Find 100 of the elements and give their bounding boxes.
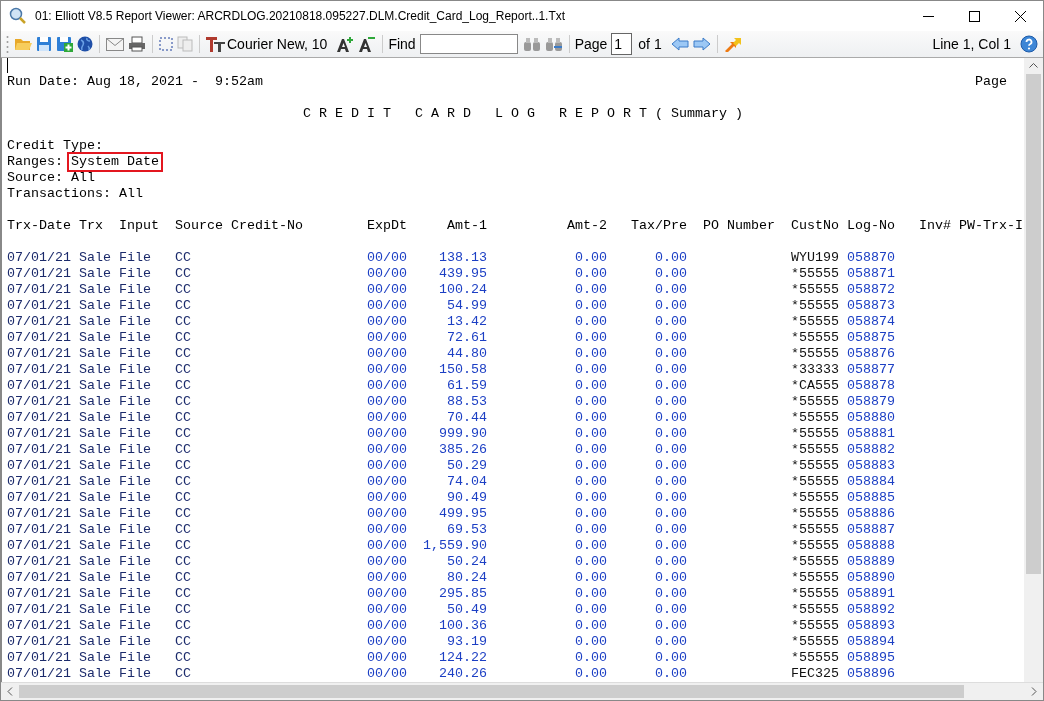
previous-page-icon[interactable]	[669, 36, 690, 52]
input-cell-text: File	[119, 282, 152, 298]
binoculars-icon[interactable]	[543, 35, 564, 53]
toolbar-grip	[6, 35, 9, 53]
exp-date-cell: 00/00	[367, 506, 407, 522]
font-decrease-icon[interactable]	[357, 34, 378, 54]
printer-icon[interactable]	[127, 35, 147, 53]
customer-cell: *55555	[791, 330, 839, 346]
scrollbar-thumb[interactable]	[1026, 74, 1041, 574]
exp-date-cell: 00/00	[367, 666, 407, 682]
save-add-icon[interactable]	[55, 35, 74, 53]
source-cell-text: CC	[175, 650, 192, 666]
amount-cell-text: 0.00	[574, 666, 607, 682]
customer-cell: *55555	[791, 426, 839, 442]
amount-cell-text: 0.00	[574, 538, 607, 554]
source-cell-text: CC	[175, 410, 192, 426]
tax-cell-text: 0.00	[654, 650, 687, 666]
tax-cell-text: 0.00	[654, 634, 687, 650]
date-cell: 07/01/21	[7, 394, 71, 410]
column-header: Amt-2	[566, 218, 607, 234]
amount-cell-text: 0.00	[574, 298, 607, 314]
column-header: ExpDt	[367, 218, 407, 234]
tax-cell-text: 0.00	[654, 586, 687, 602]
source-cell-text: CC	[175, 666, 192, 682]
amount-cell-text: 0.00	[574, 250, 607, 266]
source-cell-text: CC	[175, 394, 192, 410]
filter-label: Source:	[7, 170, 63, 186]
tax-cell-text: 0.00	[654, 394, 687, 410]
amount-cell-text: 0.00	[574, 266, 607, 282]
source-cell-text: CC	[175, 634, 192, 650]
source-cell-text: CC	[175, 266, 192, 282]
date-cell: 07/01/21	[7, 570, 71, 586]
date-cell: 07/01/21	[7, 538, 71, 554]
help-icon[interactable]	[1019, 34, 1039, 54]
envelope-icon[interactable]	[105, 36, 125, 52]
find-field[interactable]	[419, 34, 518, 54]
log-no-cell: 058884	[847, 474, 895, 490]
input-cell-text: File	[119, 458, 152, 474]
column-header: PO Number	[703, 218, 775, 234]
binoculars-icon[interactable]	[521, 35, 542, 53]
date-cell: 07/01/21	[7, 442, 71, 458]
type-cell: Sale	[79, 538, 111, 554]
input-cell-text: File	[119, 490, 152, 506]
type-cell: Sale	[79, 314, 111, 330]
source-cell-text: CC	[175, 570, 192, 586]
type-cell: Sale	[79, 266, 111, 282]
customer-cell: *55555	[791, 410, 839, 426]
exp-date-cell: 00/00	[367, 362, 407, 378]
font-increase-icon[interactable]	[335, 34, 356, 54]
vertical-scrollbar[interactable]	[1024, 58, 1043, 682]
source-cell-text: CC	[175, 314, 192, 330]
select-all-icon[interactable]	[158, 36, 174, 52]
amount-cell-text: 0.00	[574, 618, 607, 634]
column-header: Tax/Pre	[630, 218, 687, 234]
filter-label: Credit Type:	[7, 138, 103, 154]
log-no-cell: 058892	[847, 602, 895, 618]
log-no-cell: 058873	[847, 298, 895, 314]
input-cell-text: File	[119, 650, 152, 666]
tax-cell-text: 0.00	[654, 346, 687, 362]
customer-cell: *33333	[791, 362, 839, 378]
globe-icon[interactable]	[76, 35, 94, 53]
amount-cell-text: 0.00	[574, 282, 607, 298]
tax-cell-text: 0.00	[654, 410, 687, 426]
log-no-cell: 058881	[847, 426, 895, 442]
source-cell-text: CC	[175, 586, 192, 602]
tax-cell-text: 0.00	[654, 570, 687, 586]
tax-cell-text: 0.00	[654, 330, 687, 346]
scroll-right-icon	[1031, 687, 1037, 696]
tax-cell-text: 0.00	[654, 506, 687, 522]
input-cell-text: File	[119, 666, 152, 682]
page-field[interactable]: 1	[611, 33, 633, 55]
font-button[interactable]: Courier New, 10	[205, 36, 334, 52]
input-cell-text: File	[119, 266, 152, 282]
horizontal-scrollbar[interactable]	[1, 682, 1043, 700]
date-cell: 07/01/21	[7, 314, 71, 330]
scrollbar-thumb[interactable]	[19, 685, 964, 698]
date-cell: 07/01/21	[7, 602, 71, 618]
log-no-cell: 058886	[847, 506, 895, 522]
amount-cell-text: 0.00	[574, 346, 607, 362]
tax-cell-text: 0.00	[654, 602, 687, 618]
column-header: PW-Trx-I	[959, 218, 1023, 234]
log-no-cell: 058893	[847, 618, 895, 634]
column-header: Inv#	[919, 218, 951, 234]
column-header: Source	[175, 218, 223, 234]
save-icon[interactable]	[35, 35, 53, 53]
exp-date-cell: 00/00	[367, 266, 407, 282]
customer-cell: *55555	[791, 394, 839, 410]
customer-cell: *55555	[791, 282, 839, 298]
customer-cell: *55555	[791, 346, 839, 362]
exp-date-cell: 00/00	[367, 618, 407, 634]
next-page-icon[interactable]	[691, 36, 712, 52]
log-no-cell: 058890	[847, 570, 895, 586]
date-cell: 07/01/21	[7, 250, 71, 266]
log-no-cell: 058872	[847, 282, 895, 298]
type-cell: Sale	[79, 378, 111, 394]
date-cell: 07/01/21	[7, 634, 71, 650]
input-cell-text: File	[119, 378, 152, 394]
date-cell: 07/01/21	[7, 362, 71, 378]
type-cell: Sale	[79, 298, 111, 314]
customer-cell: *55555	[791, 506, 839, 522]
